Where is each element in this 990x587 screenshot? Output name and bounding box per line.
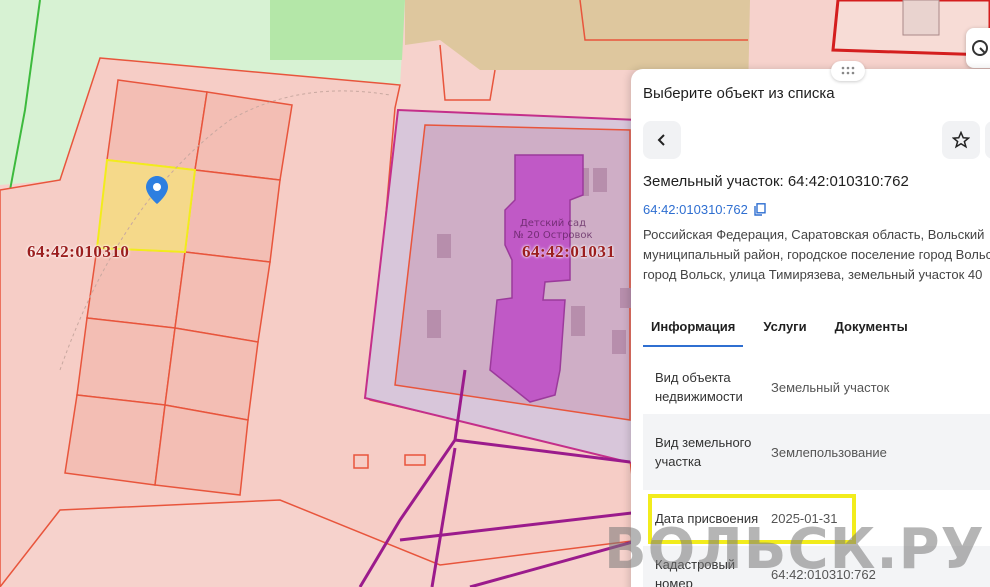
selected-parcel[interactable]	[95, 158, 197, 254]
location-pin-icon[interactable]	[146, 176, 168, 204]
info-key: Вид объекта недвижимости	[655, 370, 743, 404]
grip-icon	[841, 66, 855, 75]
info-value: Земельный участок	[771, 379, 890, 395]
favorite-button[interactable]	[942, 121, 980, 159]
object-info-panel: Выберите объект из списка Земельный учас…	[631, 69, 990, 587]
watermark: ВОЛЬСК.РУ	[604, 517, 985, 582]
panel-title: Выберите объект из списка	[643, 85, 835, 102]
parcel-label-left: 64:42:010310	[27, 242, 130, 261]
tab-information[interactable]: Информация	[643, 315, 744, 347]
cadastral-number-text[interactable]: 64:42:010310:762	[643, 202, 748, 217]
map-tool-button[interactable]	[966, 28, 990, 68]
back-button[interactable]	[643, 121, 681, 159]
kindergarten-label: Детский сад № 20 Островок	[513, 218, 593, 241]
more-button[interactable]	[985, 121, 990, 159]
green-zone-dark	[270, 0, 405, 60]
info-row: Вид земельного участка Землепользование	[643, 414, 990, 490]
info-row: Вид объекта недвижимости Земельный участ…	[643, 360, 990, 414]
tab-documents[interactable]: Документы	[827, 315, 916, 347]
info-key: Вид земельного участка	[655, 435, 752, 469]
info-value: Землепользование	[771, 444, 887, 460]
ruler-icon	[972, 40, 988, 56]
parcel-label-center: 64:42:01031	[522, 242, 616, 261]
copy-icon[interactable]	[754, 203, 766, 216]
panel-drag-handle[interactable]	[831, 61, 865, 81]
cadastral-number-link[interactable]: 64:42:010310:762	[643, 202, 766, 217]
panel-tabs: Информация Услуги Документы	[643, 315, 928, 347]
star-icon	[952, 131, 970, 149]
back-arrow-icon	[657, 134, 665, 146]
tab-services[interactable]: Услуги	[755, 315, 814, 347]
object-address: Российская Федерация, Саратовская област…	[643, 227, 990, 282]
object-title: Земельный участок: 64:42:010310:762	[643, 173, 909, 190]
